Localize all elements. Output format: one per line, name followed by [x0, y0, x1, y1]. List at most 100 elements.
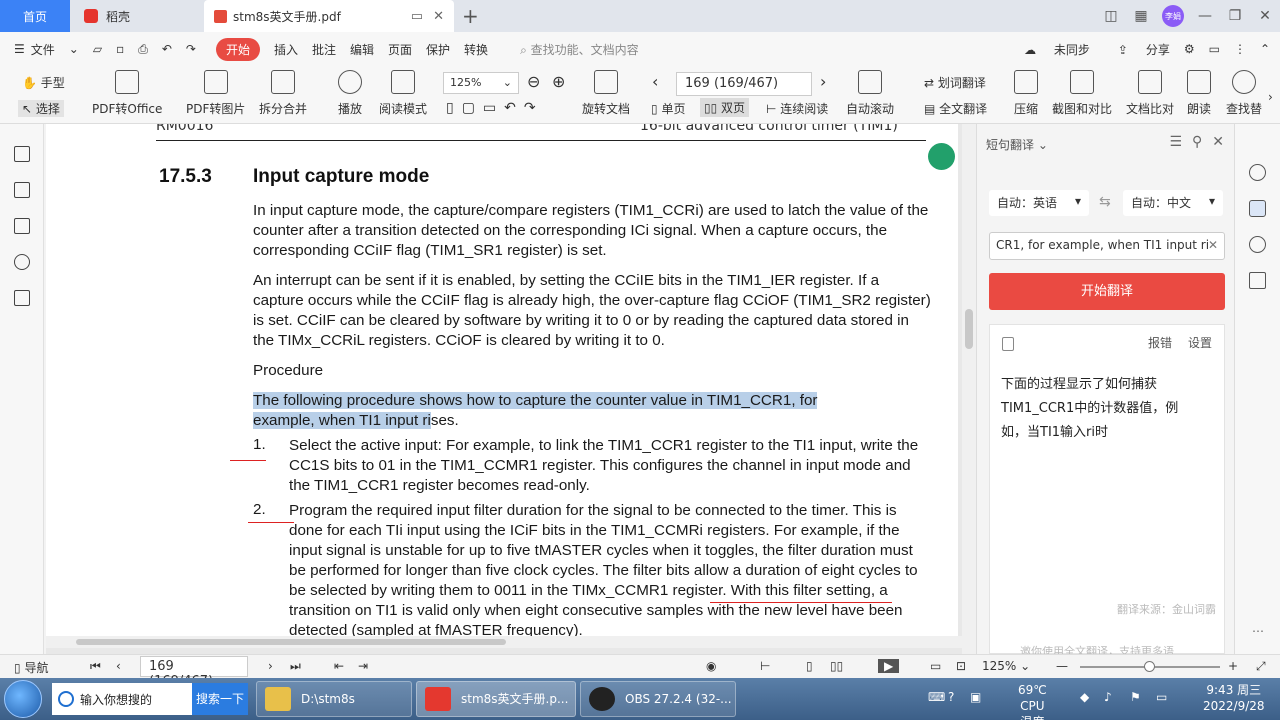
horizontal-scrollbar[interactable]	[46, 636, 962, 648]
last-page-icon[interactable]: ⏭	[290, 659, 301, 674]
scroll-thumb[interactable]	[965, 309, 973, 349]
chevron-down-icon[interactable]: ⌄	[69, 42, 79, 56]
bookmark-icon[interactable]	[14, 146, 30, 162]
tray-monitor-icon[interactable]: ▭	[1156, 690, 1167, 704]
taskbar-app-wps[interactable]: stm8s英文手册.p...	[416, 681, 576, 717]
play-button[interactable]: 播放	[338, 70, 362, 117]
page-number-input[interactable]: 169 (169/467)	[676, 72, 812, 96]
adjust-icon[interactable]	[1249, 272, 1266, 289]
more-dots-icon[interactable]: ⋯	[1252, 624, 1264, 638]
save-icon[interactable]: ▫	[116, 42, 124, 56]
tab-docer[interactable]: 稻壳	[72, 0, 200, 32]
tray-flag-icon[interactable]: ⚑	[1130, 690, 1141, 704]
taskbar-search-input[interactable]: 输入你想搜的	[52, 683, 192, 715]
restore-icon[interactable]: ❐	[1220, 8, 1250, 24]
doc-compare-button[interactable]: 文档比对	[1126, 70, 1174, 117]
copy-icon[interactable]	[1002, 337, 1014, 351]
zoom-level[interactable]: 125% ⌄	[982, 659, 1030, 673]
zoom-out-icon[interactable]: —	[1056, 659, 1068, 673]
next-page-icon[interactable]: ›	[820, 72, 826, 91]
translate-tool-icon[interactable]	[1249, 200, 1266, 217]
sync-status[interactable]: ☁ 未同步	[1010, 41, 1090, 58]
floating-table-icon[interactable]	[928, 143, 955, 170]
comment-icon[interactable]	[14, 218, 30, 234]
hand-tool[interactable]: ✋ 手型	[22, 74, 65, 91]
zoom-slider-knob[interactable]	[1144, 661, 1155, 672]
translate-panel-title[interactable]: 短句翻译 ⌄	[986, 136, 1048, 153]
open-icon[interactable]: ▱	[93, 42, 102, 56]
single-page-button[interactable]: ▯ 单页	[651, 100, 685, 117]
zoom-out-icon[interactable]: ⊖	[527, 72, 540, 91]
menu-insert[interactable]: 插入	[274, 41, 298, 58]
start-translate-button[interactable]: 开始翻译	[989, 273, 1225, 310]
redo-icon[interactable]: ↷	[186, 42, 196, 56]
auto-scroll-button[interactable]: 自动滚动	[846, 70, 894, 117]
double-view-icon[interactable]: ▯▯	[830, 659, 843, 673]
menu-icon[interactable]: ☰	[14, 42, 25, 56]
help-tray-icon[interactable]: ?	[948, 690, 954, 704]
menu-start[interactable]: 开始	[215, 37, 260, 61]
close-panel-icon[interactable]: ✕	[1212, 134, 1224, 150]
split-merge-button[interactable]: 拆分合并	[259, 70, 307, 117]
search-doc-icon[interactable]	[1249, 164, 1266, 181]
more-icon[interactable]: ⋮	[1234, 42, 1246, 56]
grid-icon[interactable]: ▦	[1126, 8, 1156, 24]
status-page-input[interactable]: 169 (169/467)	[140, 656, 248, 689]
start-button[interactable]	[4, 680, 42, 718]
collapse-ribbon-icon[interactable]: ⌃	[1260, 42, 1270, 56]
taskbar-app-obs[interactable]: OBS 27.2.4 (32-...	[580, 681, 736, 717]
report-error-link[interactable]: 报错	[1148, 334, 1172, 351]
selected-paragraph[interactable]: The following procedure shows how to cap…	[253, 391, 883, 431]
full-translate-button[interactable]: ▤ 全文翻译	[924, 100, 987, 117]
taskbar-search-button[interactable]: 搜索一下	[192, 683, 248, 715]
crop-icon[interactable]: ⊡	[956, 659, 966, 673]
zoom-in-icon[interactable]: ⊕	[552, 72, 565, 91]
thumbnail-icon[interactable]	[14, 182, 30, 198]
keyboard-icon[interactable]: ⌨	[928, 690, 945, 704]
zoom-in-icon[interactable]: +	[1228, 659, 1238, 673]
list-icon[interactable]: ☰	[1169, 134, 1182, 150]
read-mode-button[interactable]: 阅读模式	[379, 70, 427, 117]
tab-home[interactable]: 首页	[0, 0, 70, 32]
clear-input-icon[interactable]: ✕	[1208, 238, 1218, 252]
prev-page-icon[interactable]: ‹	[116, 659, 121, 673]
forward-icon[interactable]: ⇥	[358, 659, 368, 673]
source-language-select[interactable]: 自动：英语 ▾	[989, 190, 1089, 216]
find-replace-button[interactable]: 查找替	[1226, 70, 1262, 117]
compress-button[interactable]: 压缩	[1014, 70, 1038, 117]
word-translate-button[interactable]: ⇄ 划词翻译	[924, 74, 986, 91]
add-tab-button[interactable]: +	[462, 4, 479, 28]
message-icon[interactable]: ▭	[1209, 42, 1220, 56]
select-tool[interactable]: ↖ 选择	[18, 100, 64, 117]
play-icon[interactable]: ▶	[878, 659, 900, 673]
rotate-doc-button[interactable]: 旋转文档	[582, 70, 630, 117]
signature-icon[interactable]	[14, 290, 30, 306]
layout-icon[interactable]: ◫	[1096, 8, 1126, 24]
prev-page-icon[interactable]: ‹	[652, 72, 658, 91]
read-aloud-button[interactable]: 朗读	[1187, 70, 1211, 117]
pin-icon[interactable]: ⚲	[1192, 134, 1202, 150]
eye-icon[interactable]: ◉	[706, 659, 716, 673]
help-icon[interactable]	[1249, 236, 1266, 253]
attachment-icon[interactable]	[14, 254, 30, 270]
screenshot-compare-button[interactable]: 截图和对比	[1052, 70, 1112, 117]
avatar[interactable]: 李娟	[1162, 5, 1184, 27]
network-icon[interactable]: ▣	[970, 690, 981, 704]
undo-icon[interactable]: ↶	[162, 42, 172, 56]
print-icon[interactable]: ⎙	[138, 42, 148, 57]
fit-page-icon[interactable]: ▭	[930, 659, 941, 673]
tray-app-icon[interactable]: ◆	[1080, 690, 1089, 704]
share-button[interactable]: ⇪ 分享	[1104, 41, 1170, 58]
settings-link[interactable]: 设置	[1188, 334, 1212, 351]
menu-file[interactable]: 文件	[31, 41, 55, 58]
system-clock[interactable]: 9:43 周三 2022/9/28	[1203, 682, 1265, 714]
volume-icon[interactable]: ♪	[1104, 690, 1112, 704]
zoom-select[interactable]: 125% ⌄	[443, 72, 519, 94]
back-icon[interactable]: ⇤	[334, 659, 344, 673]
translate-input[interactable]: CR1, for example, when TI1 input ri ✕	[989, 232, 1225, 260]
next-page-icon[interactable]: ›	[268, 659, 273, 673]
close-window-icon[interactable]: ✕	[1250, 8, 1280, 24]
pdf-to-image-button[interactable]: PDF转图片	[186, 70, 245, 117]
continuous-read-button[interactable]: ⊢ 连续阅读	[766, 100, 828, 117]
document-viewport[interactable]: RM0016 16-bit advanced control timer (TI…	[46, 124, 976, 654]
